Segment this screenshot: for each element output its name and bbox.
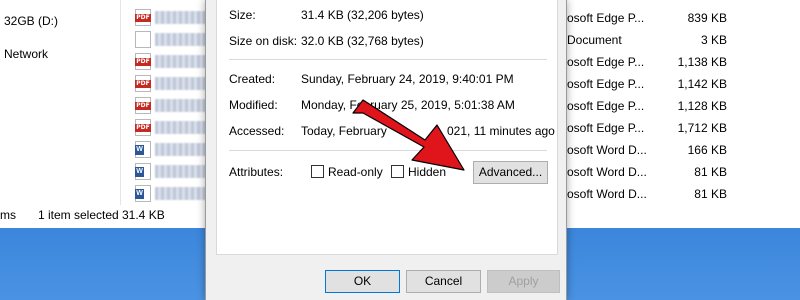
pdf-file-icon (135, 9, 151, 26)
advanced-button[interactable]: Advanced... (473, 161, 548, 184)
file-type: osoft Edge P... (567, 77, 645, 91)
size-on-disk-value: 32.0 KB (32,768 bytes) (301, 34, 424, 48)
divider (229, 150, 547, 151)
status-size: 31.4 KB (122, 208, 165, 222)
table-row[interactable]: osoft Edge P... 1,128 KB (567, 95, 800, 117)
pane-divider (120, 0, 121, 205)
file-type: osoft Edge P... (567, 11, 645, 25)
checkbox-box[interactable] (311, 165, 324, 178)
divider (229, 59, 547, 60)
general-tab-panel: Size: 31.4 KB (32,206 bytes) Size on dis… (216, 0, 558, 255)
pdf-file-icon (135, 119, 151, 136)
file-size: 1,128 KB (677, 99, 727, 113)
table-row[interactable]: osoft Word D... 81 KB (567, 183, 800, 205)
list-item[interactable] (135, 161, 215, 183)
list-item[interactable] (135, 139, 215, 161)
cancel-button[interactable]: Cancel (406, 270, 481, 293)
file-type: osoft Edge P... (567, 99, 645, 113)
file-type: osoft Word D... (567, 187, 647, 201)
list-item[interactable] (135, 7, 215, 29)
apply-button[interactable]: Apply (487, 270, 560, 293)
blurred-file-name (155, 33, 210, 46)
modified-value: Monday, February 25, 2019, 5:01:38 AM (301, 98, 515, 112)
checkbox-box[interactable] (391, 165, 404, 178)
list-item[interactable] (135, 51, 215, 73)
file-size: 839 KB (687, 11, 727, 25)
list-item[interactable] (135, 73, 215, 95)
file-details-columns: osoft Edge P... 839 KB Document 3 KB osoft… (567, 0, 800, 205)
blurred-file-name (155, 165, 210, 178)
word-file-icon (135, 185, 151, 202)
list-item[interactable] (135, 183, 215, 205)
properties-dialog: Size: 31.4 KB (32,206 bytes) Size on dis… (205, 0, 567, 300)
blurred-file-name (155, 99, 210, 112)
blurred-file-name (155, 187, 210, 200)
list-item[interactable] (135, 95, 215, 117)
hidden-label: Hidden (408, 165, 447, 179)
created-label: Created: (229, 72, 276, 86)
table-row[interactable]: osoft Edge P... 1,138 KB (567, 51, 800, 73)
pdf-file-icon (135, 53, 151, 70)
modified-label: Modified: (229, 98, 278, 112)
file-size: 81 KB (694, 165, 727, 179)
table-row[interactable]: Document 3 KB (567, 29, 800, 51)
readonly-label: Read-only (328, 165, 383, 179)
file-type: osoft Edge P... (567, 121, 645, 135)
file-type: osoft Word D... (567, 143, 647, 157)
table-row[interactable]: osoft Edge P... 839 KB (567, 7, 800, 29)
blurred-file-name (155, 121, 210, 134)
file-size: 1,138 KB (677, 55, 727, 69)
blurred-file-name (155, 77, 210, 90)
word-file-icon (135, 163, 151, 180)
list-item[interactable] (135, 29, 215, 51)
navigation-pane: 32GB (D:) Network (0, 0, 115, 205)
size-on-disk-label: Size on disk: (229, 34, 298, 48)
status-item-count: ms (0, 208, 16, 222)
table-row[interactable]: osoft Edge P... 1,142 KB (567, 73, 800, 95)
file-size: 1,142 KB (677, 77, 727, 91)
size-value: 31.4 KB (32,206 bytes) (301, 8, 424, 22)
document-file-icon (135, 31, 151, 48)
nav-item-drive-d[interactable]: 32GB (D:) (4, 14, 58, 28)
list-item[interactable] (135, 117, 215, 139)
file-type: osoft Word D... (567, 165, 647, 179)
file-size: 166 KB (687, 143, 727, 157)
ok-button[interactable]: OK (325, 270, 400, 293)
file-size: 81 KB (694, 187, 727, 201)
table-row[interactable]: osoft Word D... 166 KB (567, 139, 800, 161)
nav-item-network[interactable]: Network (4, 47, 48, 61)
attributes-label: Attributes: (229, 165, 284, 179)
word-file-icon (135, 141, 151, 158)
accessed-label: Accessed: (229, 124, 285, 138)
file-type: osoft Edge P... (567, 55, 645, 69)
blurred-file-name (155, 11, 210, 24)
size-label: Size: (229, 8, 256, 22)
file-size: 1,712 KB (677, 121, 727, 135)
file-size: 3 KB (700, 33, 727, 47)
accessed-value: Today, February (301, 124, 387, 138)
status-selected: 1 item selected (38, 208, 119, 222)
file-type: Document (567, 33, 622, 47)
blurred-file-name (155, 55, 210, 68)
blurred-file-name (155, 143, 210, 156)
pdf-file-icon (135, 97, 151, 114)
pdf-file-icon (135, 75, 151, 92)
created-value: Sunday, February 24, 2019, 9:40:01 PM (301, 72, 514, 86)
accessed-value-tail: 021, 11 minutes ago (447, 124, 555, 138)
table-row[interactable]: osoft Word D... 81 KB (567, 161, 800, 183)
table-row[interactable]: osoft Edge P... 1,712 KB (567, 117, 800, 139)
